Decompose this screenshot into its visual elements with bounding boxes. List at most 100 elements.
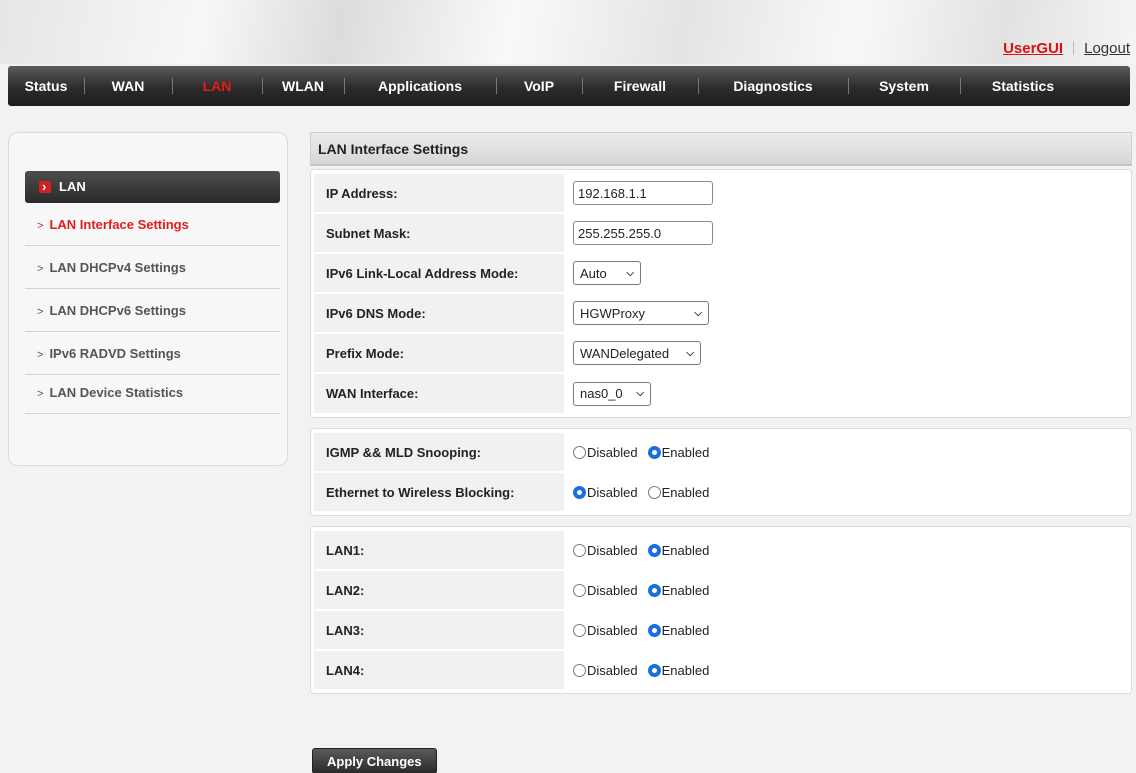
logout-link[interactable]: Logout (1084, 40, 1130, 57)
sidebar-item-dhcpv6[interactable]: > LAN DHCPv6 Settings (25, 289, 280, 332)
igmp-disabled-radio[interactable] (573, 445, 586, 459)
nav-firewall[interactable]: Firewall (582, 66, 698, 106)
ip-row: IP Address: (311, 173, 1131, 213)
lan4-radio-group: Disabled Enabled (567, 651, 1128, 689)
lan1-row: LAN1: Disabled Enabled (311, 530, 1131, 570)
arrow-icon: > (37, 306, 44, 318)
radio-label: Disabled (587, 444, 638, 460)
ll-mode-select[interactable]: Auto ⌵ (573, 261, 641, 285)
nav-status[interactable]: Status (8, 66, 84, 106)
arrow-icon: > (37, 388, 44, 400)
chevron-down-icon: ⌵ (626, 267, 634, 279)
sidebar-header[interactable]: LAN (25, 171, 280, 203)
sidebar-item-dhcpv4[interactable]: > LAN DHCPv4 Settings (25, 246, 280, 289)
mask-row: Subnet Mask: (311, 213, 1131, 253)
lan3-disabled-radio[interactable] (573, 623, 586, 637)
dns-mode-label: IPv6 DNS Mode: (314, 294, 564, 332)
lan4-label: LAN4: (314, 651, 564, 689)
lan3-radio-group: Disabled Enabled (567, 611, 1128, 649)
sidebar-item-radvd[interactable]: > IPv6 RADVD Settings (25, 332, 280, 375)
arrow-icon: > (37, 263, 44, 275)
lan4-disabled-radio[interactable] (573, 663, 586, 677)
radio-label: Disabled (587, 622, 638, 638)
subnet-mask-input[interactable] (573, 221, 713, 245)
lan2-disabled-radio[interactable] (573, 583, 586, 597)
radio-label: Disabled (587, 484, 638, 500)
sidebar-title: LAN (59, 179, 86, 194)
sidebar-item-label: LAN Interface Settings (49, 217, 189, 232)
sidebar: LAN > LAN Interface Settings > LAN DHCPv4 … (8, 132, 288, 466)
wan-row: WAN Interface: nas0_0 ⌵ (311, 373, 1131, 414)
lan4-enabled-radio[interactable] (647, 663, 661, 677)
lan1-enabled-radio[interactable] (647, 543, 661, 557)
wan-interface-select[interactable]: nas0_0 ⌵ (573, 381, 651, 406)
section-title: LAN Interface Settings (310, 132, 1132, 166)
nav-system[interactable]: System (848, 66, 960, 106)
main-nav: Status WAN LAN WLAN Applications VoIP Fi… (8, 66, 1130, 106)
ip-address-input[interactable] (573, 181, 713, 205)
nav-statistics[interactable]: Statistics (960, 66, 1086, 106)
interface-settings-group: IP Address: Subnet Mask: IPv6 Link-Local… (310, 169, 1132, 418)
sidebar-item-label: LAN DHCPv4 Settings (49, 260, 186, 275)
nav-wlan[interactable]: WLAN (262, 66, 344, 106)
nav-lan[interactable]: LAN (172, 66, 262, 106)
arrow-icon: > (37, 220, 44, 232)
radio-label: Disabled (587, 662, 638, 678)
top-links: UserGUI Logout (1003, 40, 1130, 57)
chevron-down-icon: ⌵ (694, 307, 702, 319)
lan1-disabled-radio[interactable] (573, 543, 586, 557)
dns-mode-select[interactable]: HGWProxy ⌵ (573, 301, 709, 325)
sidebar-item-device-stats[interactable]: > LAN Device Statistics (25, 371, 280, 414)
radio-label: Enabled (661, 542, 710, 558)
radio-label: Enabled (661, 622, 710, 638)
usergui-link[interactable]: UserGUI (1003, 40, 1063, 57)
prefix-mode-label: Prefix Mode: (314, 334, 564, 372)
subnet-mask-label: Subnet Mask: (314, 214, 564, 252)
options-group: IGMP && MLD Snooping: Disabled Enabled E… (310, 428, 1132, 516)
nav-voip[interactable]: VoIP (496, 66, 582, 106)
lan2-row: LAN2: Disabled Enabled (311, 570, 1131, 610)
eth-radio-group: Disabled Enabled (567, 473, 1128, 511)
nav-wan[interactable]: WAN (84, 66, 172, 106)
igmp-radio-group: Disabled Enabled (567, 433, 1128, 471)
ll-mode-label: IPv6 Link-Local Address Mode: (314, 254, 564, 292)
nav-applications[interactable]: Applications (344, 66, 496, 106)
lan2-enabled-radio[interactable] (647, 583, 661, 597)
apply-changes-button[interactable]: Apply Changes (312, 748, 437, 773)
sidebar-item-lan-interface[interactable]: > LAN Interface Settings (25, 203, 280, 246)
lan2-radio-group: Disabled Enabled (567, 571, 1128, 609)
ports-group: LAN1: Disabled Enabled LAN2: Disabled En… (310, 526, 1132, 694)
lan1-label: LAN1: (314, 531, 564, 569)
eth-disabled-radio[interactable] (573, 485, 586, 499)
ip-label: IP Address: (314, 174, 564, 212)
wan-interface-label: WAN Interface: (314, 374, 564, 413)
lan2-label: LAN2: (314, 571, 564, 609)
link-divider (1073, 41, 1075, 55)
prefix-mode-select[interactable]: WANDelegated ⌵ (573, 341, 701, 365)
sidebar-item-label: IPv6 RADVD Settings (49, 346, 181, 361)
chevron-down-icon: ⌵ (686, 347, 694, 359)
radio-label: Disabled (587, 582, 638, 598)
radio-label: Enabled (661, 484, 710, 500)
igmp-enabled-radio[interactable] (647, 445, 661, 459)
main-content: LAN Interface Settings IP Address: Subne… (310, 132, 1132, 694)
nav-diagnostics[interactable]: Diagnostics (698, 66, 848, 106)
lan1-radio-group: Disabled Enabled (567, 531, 1128, 569)
prefix-row: Prefix Mode: WANDelegated ⌵ (311, 333, 1131, 373)
dns-row: IPv6 DNS Mode: HGWProxy ⌵ (311, 293, 1131, 333)
header-banner: UserGUI Logout (0, 0, 1136, 64)
wan-interface-value: nas0_0 (580, 386, 623, 401)
eth-enabled-radio[interactable] (647, 485, 661, 499)
lan3-enabled-radio[interactable] (647, 623, 661, 637)
igmp-label: IGMP && MLD Snooping: (314, 433, 564, 471)
radio-label: Enabled (661, 444, 710, 460)
radio-label: Disabled (587, 542, 638, 558)
igmp-row: IGMP && MLD Snooping: Disabled Enabled (311, 432, 1131, 472)
ll-mode-value: Auto (580, 265, 607, 281)
prefix-mode-value: WANDelegated (580, 345, 670, 361)
sidebar-item-label: LAN DHCPv6 Settings (49, 303, 186, 318)
lan3-row: LAN3: Disabled Enabled (311, 610, 1131, 650)
dns-mode-value: HGWProxy (580, 305, 645, 321)
lan3-label: LAN3: (314, 611, 564, 649)
eth-blocking-label: Ethernet to Wireless Blocking: (314, 473, 564, 511)
